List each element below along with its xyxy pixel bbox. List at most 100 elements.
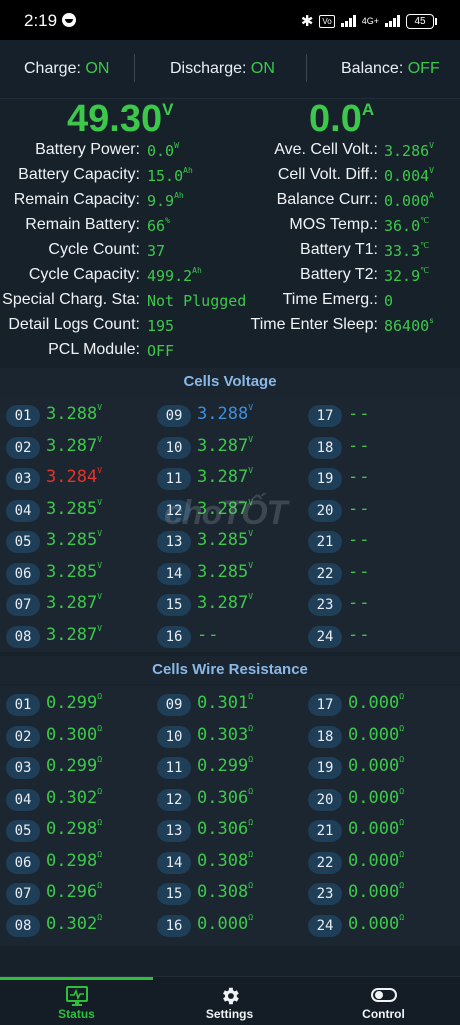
app-notification-icon	[62, 13, 76, 27]
battery-icon: 45	[406, 13, 437, 29]
cell-value: --	[348, 467, 371, 487]
cell-number-badge: 11	[157, 757, 191, 779]
cell-item: 21 --	[308, 529, 453, 555]
cell-value: 0.000Ω	[348, 818, 405, 839]
cell-number-badge: 15	[157, 883, 191, 905]
cell-item: 01 0.299Ω	[6, 692, 151, 718]
cell-number-badge: 18	[308, 725, 342, 748]
info-value: 0.000A	[384, 191, 434, 210]
cell-item: 18 0.000Ω	[308, 724, 453, 750]
cell-item: 15 3.287V	[157, 592, 302, 618]
info-row: Ave. Cell Volt.: 3.286V	[0, 141, 460, 166]
cell-value: 0.000Ω	[348, 912, 405, 934]
cell-number-badge: 19	[308, 757, 342, 779]
cell-item: 17 0.000Ω	[308, 692, 453, 718]
charge-switch-status: Charge: ON	[24, 60, 110, 77]
info-value: 0.004V	[384, 166, 434, 185]
cell-number-badge: 14	[157, 562, 191, 585]
cell-item: 22 --	[308, 561, 453, 587]
nav-control[interactable]: Control	[307, 977, 460, 1025]
cell-item: 09 0.301Ω	[157, 692, 302, 718]
cell-item: 14 3.285V	[157, 561, 302, 587]
cell-item: 10 3.287V	[157, 435, 302, 461]
info-label: Time Enter Sleep:	[250, 316, 378, 333]
cell-item: 14 0.308Ω	[157, 850, 302, 876]
nav-settings[interactable]: Settings	[153, 977, 306, 1025]
gear-icon	[222, 987, 239, 1005]
cell-item: 23 0.000Ω	[308, 881, 453, 907]
info-label: MOS Temp.:	[289, 216, 378, 233]
divider	[306, 54, 307, 82]
info-row: Balance Curr.: 0.000A	[0, 191, 460, 216]
volte-icon: Vo	[319, 14, 335, 28]
discharge-switch-status: Discharge: ON	[170, 60, 275, 77]
cell-value: 0.000Ω	[348, 881, 405, 902]
cells-resistance-panel: 01 0.299Ω 02 0.300Ω 03 0.299Ω 04 0.302Ω 05 0.298Ω…	[0, 686, 460, 946]
cell-item: 06 3.285V	[6, 561, 151, 587]
balance-state: OFF	[407, 60, 440, 77]
cell-value: 3.287V	[46, 623, 103, 645]
cell-value: 0.000Ω	[348, 786, 405, 808]
cell-number-badge: 23	[308, 594, 342, 616]
info-label: PCL Module:	[48, 341, 140, 358]
signal-icon-2	[385, 15, 400, 27]
cell-value: --	[348, 561, 371, 582]
cell-value: --	[348, 404, 371, 424]
cell-item: 08 3.287V	[6, 624, 151, 650]
cell-number-badge: 03	[6, 757, 40, 779]
clock: 2:19	[24, 11, 58, 30]
nav-status[interactable]: Status	[0, 977, 153, 1025]
signal-icon	[340, 15, 356, 27]
cell-item: 24 0.000Ω	[308, 913, 453, 939]
cell-value: 0.000Ω	[348, 692, 405, 713]
cell-value: 0.302Ω	[46, 912, 103, 934]
cell-number-badge: 12	[157, 788, 191, 811]
cell-item: 03 0.299Ω	[6, 755, 151, 781]
cell-item: 10 0.303Ω	[157, 724, 302, 750]
cell-number-badge: 17	[308, 405, 342, 427]
divider	[134, 54, 135, 82]
info-label: Time Emerg.:	[282, 291, 378, 308]
cell-number-badge: 04	[6, 788, 40, 811]
cell-value: 0.299Ω	[197, 755, 254, 776]
cell-number-badge: 21	[308, 531, 342, 553]
cell-value: 3.285V	[197, 529, 254, 550]
cell-item: 08 0.302Ω	[6, 913, 151, 939]
cells-resistance-title: Cells Wire Resistance	[0, 656, 460, 684]
info-value: 0	[384, 292, 394, 310]
cell-item: 17 --	[308, 403, 453, 429]
cell-value: 0.299Ω	[46, 755, 103, 776]
cell-value: --	[348, 593, 371, 613]
cell-item: 03 3.284V	[6, 466, 151, 492]
cell-item: 11 3.287V	[157, 466, 302, 492]
cell-number-badge: 11	[157, 468, 191, 490]
cell-value: 3.288V	[197, 403, 254, 424]
charge-state: ON	[85, 60, 110, 77]
cell-number-badge: 02	[6, 725, 40, 748]
cell-value: 3.285V	[46, 529, 103, 550]
cell-value: 3.287V	[197, 592, 254, 613]
cell-item: 19 0.000Ω	[308, 755, 453, 781]
cell-value: 3.284V	[46, 466, 103, 487]
cell-item: 20 --	[308, 498, 453, 524]
nav-control-label: Control	[362, 1007, 405, 1021]
cell-value: --	[348, 498, 371, 519]
cell-number-badge: 10	[157, 436, 191, 459]
cell-item: 23 --	[308, 592, 453, 618]
cell-number-badge: 03	[6, 468, 40, 490]
total-current: 0.0A	[309, 98, 375, 140]
info-row: Time Emerg.: 0	[0, 291, 460, 316]
cell-item: 21 0.000Ω	[308, 818, 453, 844]
cell-number-badge: 20	[308, 788, 342, 811]
cell-number-badge: 07	[6, 594, 40, 616]
cell-number-badge: 06	[6, 562, 40, 585]
info-value: 3.286V	[384, 141, 434, 160]
cell-item: 15 0.308Ω	[157, 881, 302, 907]
info-row: MOS Temp.: 36.0℃	[0, 216, 460, 241]
cell-item: 07 0.296Ω	[6, 881, 151, 907]
bottom-navigation: Status Settings Control	[0, 976, 460, 1025]
cell-value: 3.287V	[197, 434, 254, 456]
total-voltage: 49.30V	[67, 98, 174, 140]
info-row: Time Enter Sleep: 86400s	[0, 316, 460, 341]
cell-item: 16 --	[157, 624, 302, 650]
